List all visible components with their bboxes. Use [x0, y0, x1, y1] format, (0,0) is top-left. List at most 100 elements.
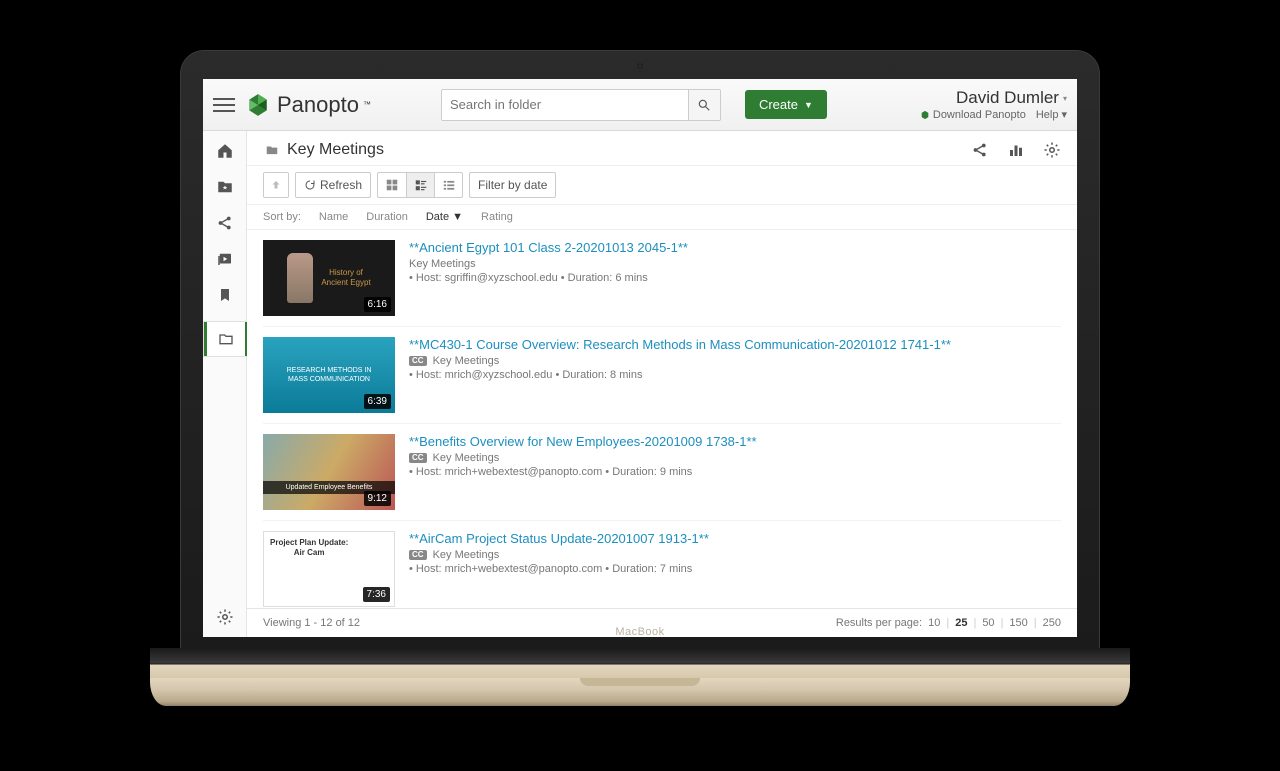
- video-folder: CCKey Meetings: [409, 549, 1061, 561]
- video-title-link[interactable]: **MC430-1 Course Overview: Research Meth…: [409, 337, 1061, 352]
- page-title: Key Meetings: [287, 141, 384, 159]
- view-compact-list[interactable]: [434, 173, 462, 197]
- video-thumbnail[interactable]: Project Plan Update: Air Cam7:36: [263, 531, 395, 607]
- detail-list-icon: [414, 178, 428, 192]
- star-folder-icon: [216, 178, 234, 196]
- nav-bookmark[interactable]: [215, 285, 235, 305]
- duration-badge: 6:39: [364, 394, 391, 409]
- create-button[interactable]: Create ▼: [745, 90, 827, 119]
- download-link[interactable]: Download Panopto: [920, 109, 1026, 121]
- share-action[interactable]: [971, 141, 989, 159]
- search-button[interactable]: [688, 90, 720, 120]
- home-icon: [216, 142, 234, 160]
- topbar: Panopto ™ Create ▼ David Dumler ▾: [203, 79, 1077, 131]
- list-item: RESEARCH METHODS IN MASS COMMUNICATION6:…: [263, 327, 1061, 424]
- search-icon: [697, 98, 711, 112]
- main: Key Meetings: [247, 131, 1077, 637]
- sort-desc-icon: ▼: [452, 211, 463, 223]
- nav-settings[interactable]: [215, 607, 235, 627]
- stats-action[interactable]: [1007, 141, 1025, 159]
- laptop-hinge: MacBook: [150, 648, 1130, 678]
- video-meta: • Host: sgriffin@xyzschool.edu • Duratio…: [409, 272, 1061, 284]
- folder-name[interactable]: Key Meetings: [433, 355, 500, 367]
- laptop-frame: Panopto ™ Create ▼ David Dumler ▾: [180, 50, 1100, 706]
- folder-name[interactable]: Key Meetings: [409, 258, 476, 270]
- cc-badge: CC: [409, 356, 427, 366]
- toolbar: Refresh: [247, 166, 1077, 205]
- list-item-body: **Benefits Overview for New Employees-20…: [409, 434, 1061, 510]
- arrow-up-icon: [270, 179, 282, 191]
- video-thumbnail[interactable]: RESEARCH METHODS IN MASS COMMUNICATION6:…: [263, 337, 395, 413]
- brand-logo[interactable]: Panopto ™: [245, 92, 371, 118]
- video-thumbnail[interactable]: History of Ancient Egypt6:16: [263, 240, 395, 316]
- trademark: ™: [363, 100, 371, 109]
- search-input[interactable]: [442, 90, 688, 120]
- refresh-button[interactable]: Refresh: [295, 172, 371, 198]
- video-title-link[interactable]: **AirCam Project Status Update-20201007 …: [409, 531, 1061, 546]
- sort-label: Sort by:: [263, 211, 301, 223]
- folder-icon: [263, 143, 281, 157]
- device-label: MacBook: [150, 626, 1130, 638]
- list-icon: [442, 178, 456, 192]
- duration-badge: 6:16: [364, 297, 391, 312]
- laptop-base: MacBook: [150, 678, 1130, 706]
- help-link[interactable]: Help ▾: [1036, 108, 1067, 121]
- sort-duration[interactable]: Duration: [366, 211, 408, 223]
- stats-icon: [1007, 141, 1025, 159]
- nav-starred[interactable]: [215, 177, 235, 197]
- bookmark-icon: [217, 286, 233, 304]
- nav-folder[interactable]: [203, 321, 247, 357]
- top-links: Download Panopto Help ▾: [920, 108, 1067, 121]
- nav-library[interactable]: [215, 249, 235, 269]
- gear-icon: [1043, 141, 1061, 159]
- sort-date[interactable]: Date ▼: [426, 211, 463, 223]
- duration-badge: 9:12: [364, 491, 391, 506]
- video-library-icon: [216, 250, 234, 268]
- video-title-link[interactable]: **Ancient Egypt 101 Class 2-20201013 204…: [409, 240, 1061, 255]
- sidebar: [203, 131, 247, 637]
- laptop-bezel: Panopto ™ Create ▼ David Dumler ▾: [180, 50, 1100, 678]
- list-item-body: **MC430-1 Course Overview: Research Meth…: [409, 337, 1061, 413]
- filter-button[interactable]: Filter by date: [469, 172, 556, 198]
- search-box: [441, 89, 721, 121]
- sort-rating[interactable]: Rating: [481, 211, 513, 223]
- body: Key Meetings: [203, 131, 1077, 637]
- panopto-logo-icon: [245, 92, 271, 118]
- list-item: History of Ancient Egypt6:16 **Ancient Eg…: [263, 230, 1061, 327]
- user-name: David Dumler: [956, 88, 1059, 108]
- grid-icon: [385, 178, 399, 192]
- list-item: Project Plan Update: Air Cam7:36 **AirCam…: [263, 521, 1061, 608]
- chevron-down-icon: ▾: [1063, 94, 1067, 103]
- video-meta: • Host: mrich+webextest@panopto.com • Du…: [409, 466, 1061, 478]
- menu-icon[interactable]: [213, 94, 235, 116]
- video-meta: • Host: mrich@xyzschool.edu • Duration: …: [409, 369, 1061, 381]
- create-label: Create: [759, 97, 798, 112]
- folder-name[interactable]: Key Meetings: [433, 452, 500, 464]
- list-item-body: **Ancient Egypt 101 Class 2-20201013 204…: [409, 240, 1061, 316]
- brand-name: Panopto: [277, 92, 359, 118]
- video-thumbnail[interactable]: 9:12: [263, 434, 395, 510]
- gear-icon: [216, 608, 234, 626]
- list-item: 9:12 **Benefits Overview for New Employee…: [263, 424, 1061, 521]
- user-menu[interactable]: David Dumler ▾: [920, 88, 1067, 108]
- page-header: Key Meetings: [247, 131, 1077, 166]
- video-title-link[interactable]: **Benefits Overview for New Employees-20…: [409, 434, 1061, 449]
- view-grid[interactable]: [378, 173, 406, 197]
- share-icon: [971, 141, 989, 159]
- page-actions: [971, 141, 1061, 159]
- nav-share[interactable]: [215, 213, 235, 233]
- share-icon: [216, 214, 234, 232]
- settings-action[interactable]: [1043, 141, 1061, 159]
- video-folder: CC Key Meetings: [409, 355, 1061, 367]
- folder-name[interactable]: Key Meetings: [433, 549, 500, 561]
- view-detail-list[interactable]: [406, 173, 434, 197]
- view-mode-group: [377, 172, 463, 198]
- sort-name[interactable]: Name: [319, 211, 348, 223]
- refresh-icon: [304, 179, 316, 191]
- list-item-body: **AirCam Project Status Update-20201007 …: [409, 531, 1061, 607]
- video-list[interactable]: History of Ancient Egypt6:16 **Ancient Eg…: [247, 230, 1077, 608]
- user-area: David Dumler ▾ Download Panopto Help ▾: [920, 88, 1067, 121]
- sort-bar: Sort by: Name Duration Date ▼ Rating: [247, 205, 1077, 230]
- up-button[interactable]: [263, 172, 289, 198]
- nav-home[interactable]: [215, 141, 235, 161]
